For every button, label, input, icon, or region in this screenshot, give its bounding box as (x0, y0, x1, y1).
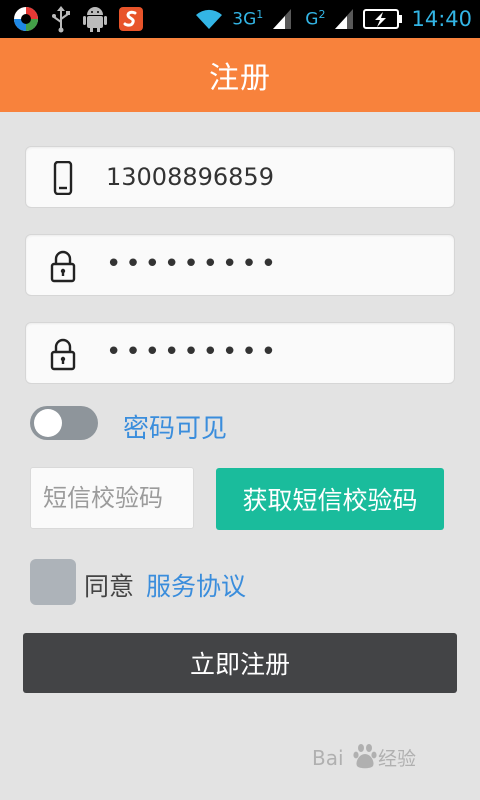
password-value: ••••••••• (106, 249, 281, 279)
status-bar: 3G1 G2 14:40 (0, 0, 480, 38)
signal-icon (333, 7, 355, 31)
phone-field[interactable]: 13008896859 (25, 146, 455, 208)
confirm-password-value: ••••••••• (106, 337, 281, 367)
confirm-password-field[interactable]: ••••••••• (25, 322, 455, 384)
lock-icon (48, 249, 78, 283)
android-debug-icon (82, 5, 108, 33)
signal-icon (271, 7, 293, 31)
phone-icon (48, 160, 78, 196)
status-time: 14:40 (411, 7, 472, 31)
svg-text:经验: 经验 (378, 748, 416, 770)
status-bar-right: 3G1 G2 14:40 (194, 0, 472, 38)
get-sms-code-button[interactable]: 获取短信校验码 (216, 468, 444, 530)
toggle-knob (34, 409, 62, 437)
network-g-label: G2 (305, 8, 326, 30)
phone-value: 13008896859 (106, 163, 274, 191)
show-password-toggle[interactable] (30, 406, 98, 440)
agree-label: 同意 (84, 572, 135, 601)
sogou-icon (118, 6, 144, 32)
agree-checkbox[interactable] (30, 559, 76, 605)
battery-charging-icon (363, 8, 403, 30)
page-title: 注册 (209, 61, 271, 96)
app-icon (12, 5, 40, 33)
status-bar-left (12, 5, 144, 33)
register-button[interactable]: 立即注册 (23, 633, 457, 693)
baidu-jingyan-watermark: Bai 经验 (312, 740, 452, 778)
lock-icon (48, 337, 78, 371)
svg-text:Bai: Bai (312, 746, 344, 770)
password-field[interactable]: ••••••••• (25, 234, 455, 296)
service-agreement-link[interactable]: 服务协议 (146, 567, 246, 603)
app-header: 注册 (0, 38, 480, 112)
network-3g-label: 3G1 (232, 8, 264, 30)
usb-icon (50, 5, 72, 33)
show-password-label: 密码可见 (123, 414, 228, 444)
sms-code-input[interactable] (30, 467, 194, 529)
wifi-icon (194, 7, 224, 31)
